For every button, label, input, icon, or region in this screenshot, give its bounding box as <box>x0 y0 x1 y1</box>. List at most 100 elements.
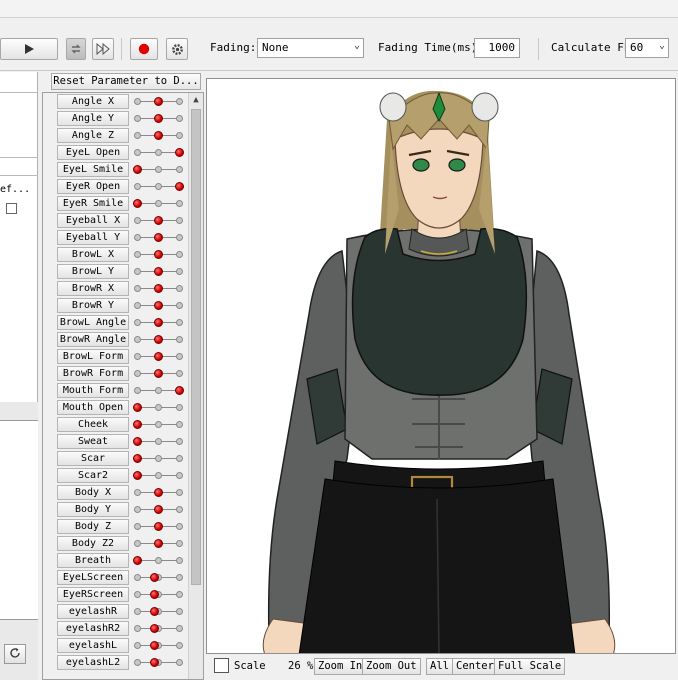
parameter-slider[interactable] <box>133 485 183 500</box>
fading-select[interactable]: None ⌄ <box>257 38 364 58</box>
parameter-slider[interactable] <box>133 230 183 245</box>
parameter-slider[interactable] <box>133 145 184 160</box>
parameter-name-button[interactable]: Scar <box>57 451 129 466</box>
parameter-slider[interactable] <box>133 400 183 415</box>
parameter-slider[interactable] <box>133 298 183 313</box>
parameter-name-button[interactable]: EyeRScreen <box>57 587 129 602</box>
parameter-slider[interactable] <box>133 264 183 279</box>
parameter-name-button[interactable]: EyeR Open <box>57 179 129 194</box>
slider-knob[interactable] <box>133 471 142 480</box>
slider-knob[interactable] <box>154 216 163 225</box>
parameter-name-button[interactable]: Angle X <box>57 94 129 109</box>
slider-knob[interactable] <box>154 250 163 259</box>
all-button[interactable]: All <box>426 658 453 675</box>
slider-knob[interactable] <box>133 199 142 208</box>
parameter-name-button[interactable]: Body X <box>57 485 129 500</box>
parameter-scrollbar[interactable]: ▲ <box>188 93 203 679</box>
slider-knob[interactable] <box>133 420 142 429</box>
slider-knob[interactable] <box>154 505 163 514</box>
slider-knob[interactable] <box>149 624 159 633</box>
parameter-name-button[interactable]: EyeL Smile <box>57 162 129 177</box>
parameter-slider[interactable] <box>133 128 183 143</box>
parameter-slider[interactable] <box>133 468 183 483</box>
parameter-slider[interactable] <box>133 366 183 381</box>
parameter-slider[interactable] <box>133 196 183 211</box>
parameter-name-button[interactable]: Body Y <box>57 502 129 517</box>
parameter-slider[interactable] <box>133 604 183 619</box>
parameter-slider[interactable] <box>133 502 183 517</box>
scrollbar-thumb[interactable] <box>191 109 201 585</box>
slider-knob[interactable] <box>154 335 163 344</box>
refresh-button[interactable] <box>4 644 26 664</box>
parameter-name-button[interactable]: BrowR Form <box>57 366 129 381</box>
fps-select[interactable]: 60 ⌄ <box>625 38 669 58</box>
slider-knob[interactable] <box>154 522 163 531</box>
slider-knob[interactable] <box>154 267 163 276</box>
parameter-name-button[interactable]: BrowR Angle <box>57 332 129 347</box>
loop-button[interactable] <box>66 38 86 60</box>
play-button[interactable] <box>0 38 58 60</box>
slider-knob[interactable] <box>154 233 163 242</box>
parameter-name-button[interactable]: Cheek <box>57 417 129 432</box>
model-canvas[interactable] <box>206 78 676 654</box>
parameter-slider[interactable] <box>133 434 183 449</box>
slider-knob[interactable] <box>133 403 142 412</box>
step-forward-button[interactable] <box>92 38 114 60</box>
parameter-slider[interactable] <box>133 94 183 109</box>
parameter-slider[interactable] <box>133 655 183 670</box>
slider-knob[interactable] <box>175 148 184 157</box>
slider-knob[interactable] <box>149 590 159 599</box>
parameter-name-button[interactable]: Angle Z <box>57 128 129 143</box>
full-scale-button[interactable]: Full Scale <box>494 658 566 675</box>
slider-knob[interactable] <box>149 658 159 667</box>
parameter-name-button[interactable]: eyelashR2 <box>57 621 129 636</box>
slider-knob[interactable] <box>154 369 163 378</box>
parameter-slider[interactable] <box>133 111 183 126</box>
parameter-slider[interactable] <box>133 519 183 534</box>
parameter-slider[interactable] <box>133 451 183 466</box>
parameter-name-button[interactable]: BrowL X <box>57 247 129 262</box>
fading-time-input[interactable]: 1000 <box>474 38 520 58</box>
slider-knob[interactable] <box>154 318 163 327</box>
parameter-slider[interactable] <box>133 638 183 653</box>
slider-knob[interactable] <box>154 97 163 106</box>
zoom-out-button[interactable]: Zoom Out <box>362 658 421 675</box>
center-button[interactable]: Center <box>452 658 498 675</box>
parameter-slider[interactable] <box>133 281 183 296</box>
slider-knob[interactable] <box>154 284 163 293</box>
parameter-slider[interactable] <box>133 587 183 602</box>
parameter-name-button[interactable]: Body Z2 <box>57 536 129 551</box>
slider-knob[interactable] <box>154 131 163 140</box>
parameter-name-button[interactable]: Eyeball Y <box>57 230 129 245</box>
parameter-slider[interactable] <box>133 417 183 432</box>
slider-knob[interactable] <box>154 352 163 361</box>
zoom-in-button[interactable]: Zoom In <box>314 658 367 675</box>
parameter-name-button[interactable]: BrowR X <box>57 281 129 296</box>
parameter-slider[interactable] <box>133 213 183 228</box>
parameter-name-button[interactable]: Scar2 <box>57 468 129 483</box>
slider-knob[interactable] <box>175 182 184 191</box>
parameter-name-button[interactable]: Breath <box>57 553 129 568</box>
scale-checkbox[interactable] <box>214 658 229 673</box>
parameter-slider[interactable] <box>133 621 183 636</box>
slider-knob[interactable] <box>133 556 142 565</box>
slider-knob[interactable] <box>149 607 159 616</box>
parameter-name-button[interactable]: BrowL Angle <box>57 315 129 330</box>
slider-knob[interactable] <box>133 165 142 174</box>
parameter-name-button[interactable]: Sweat <box>57 434 129 449</box>
slider-knob[interactable] <box>149 573 159 582</box>
parameter-name-button[interactable]: eyelashR <box>57 604 129 619</box>
slider-knob[interactable] <box>133 437 142 446</box>
parameter-name-button[interactable]: EyeLScreen <box>57 570 129 585</box>
settings-button[interactable] <box>166 38 188 60</box>
parameter-slider[interactable] <box>133 315 183 330</box>
parameter-name-button[interactable]: Body Z <box>57 519 129 534</box>
parameter-slider[interactable] <box>133 553 183 568</box>
parameter-name-button[interactable]: EyeL Open <box>57 145 129 160</box>
parameter-slider[interactable] <box>133 349 183 364</box>
slider-knob[interactable] <box>133 454 142 463</box>
parameter-slider[interactable] <box>133 179 184 194</box>
parameter-name-button[interactable]: BrowL Form <box>57 349 129 364</box>
parameter-name-button[interactable]: eyelashL <box>57 638 129 653</box>
left-checkbox[interactable] <box>6 203 17 214</box>
